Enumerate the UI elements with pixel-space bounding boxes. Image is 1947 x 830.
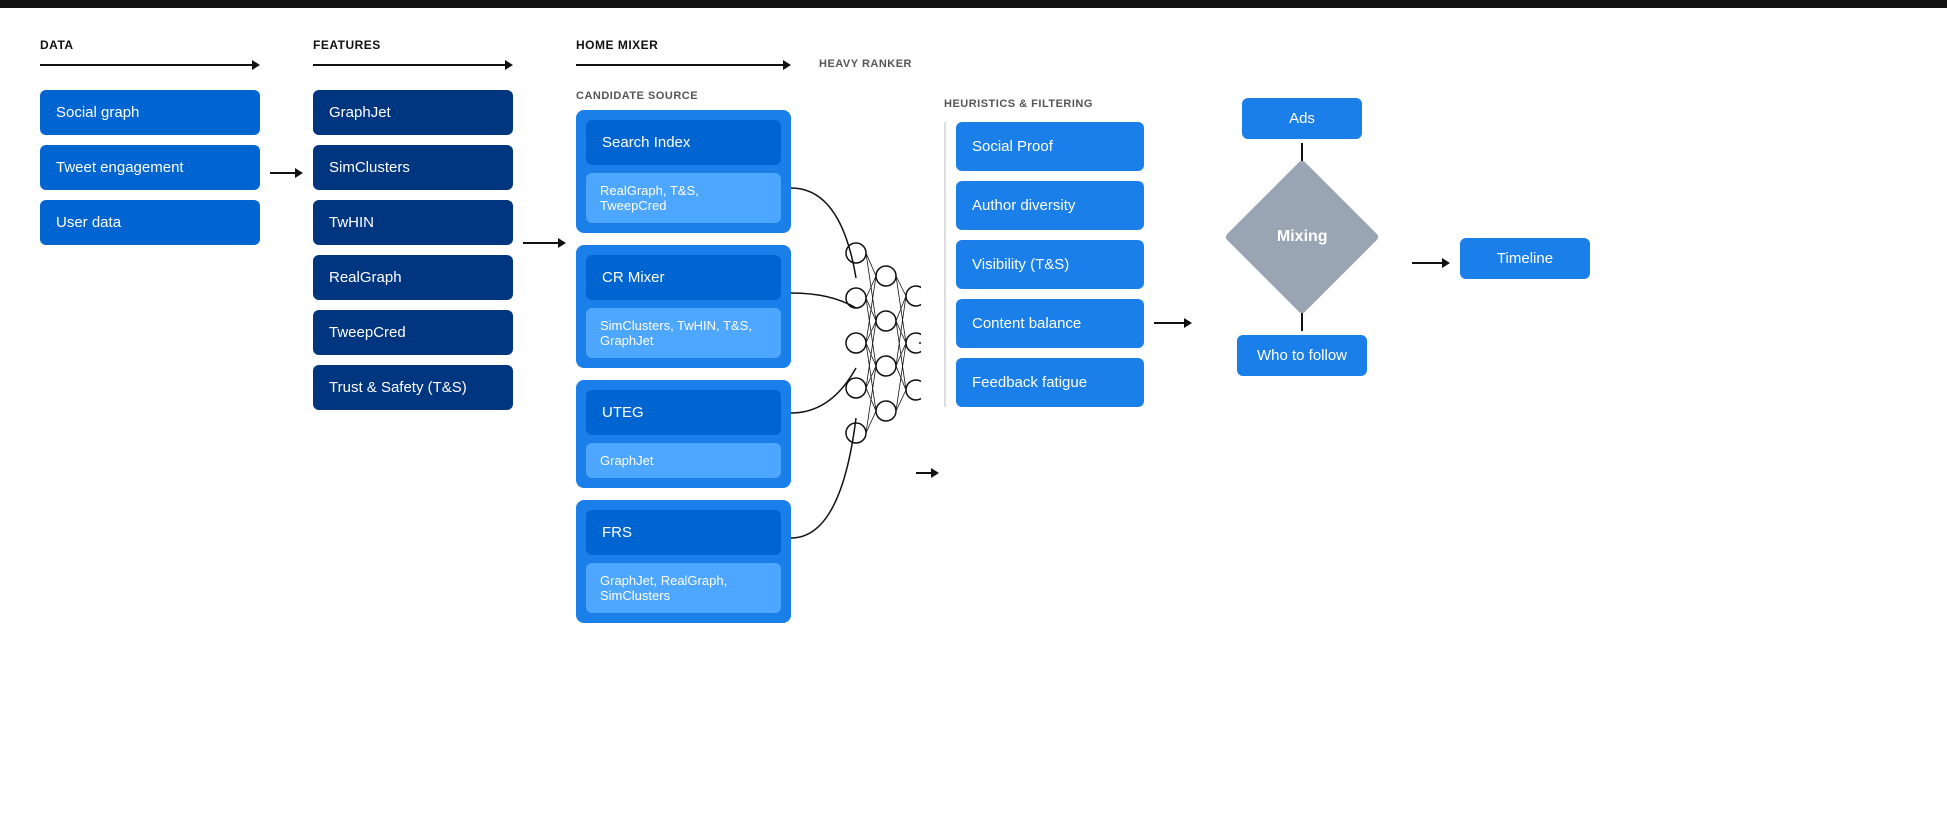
home-mixer-section-label: HOME MIXER [576,38,791,52]
heuristic-content-balance[interactable]: Content balance [956,299,1144,348]
heuristic-author-diversity[interactable]: Author diversity [956,181,1144,230]
mixing-who-to-follow-box[interactable]: Who to follow [1237,335,1367,376]
heuristics-inner: Social Proof Author diversity Visibility… [944,122,1144,407]
features-item-trust-safety[interactable]: Trust & Safety (T&S) [313,365,513,410]
candidate-search-index[interactable]: Search Index [586,120,781,165]
candidate-group-uteg: UTEG GraphJet [576,380,791,488]
mixing-ads-box[interactable]: Ads [1242,98,1362,139]
mixing-diamond-container: Mixing [1247,177,1357,297]
top-bar [0,0,1947,8]
curved-connections-svg [791,98,921,678]
heuristic-social-proof[interactable]: Social Proof [956,122,1144,171]
data-item-tweet-engagement[interactable]: Tweet engagement [40,145,260,190]
candidate-frs-subtitle: GraphJet, RealGraph, SimClusters [586,563,781,613]
heuristic-visibility[interactable]: Visibility (T&S) [956,240,1144,289]
heuristics-section-label: HEURISTICS & FILTERING [944,98,1144,110]
candidate-group-crmixer: CR Mixer SimClusters, TwHIN, T&S, GraphJ… [576,245,791,368]
mixing-section: Ads Mixing Who to fo [1202,38,1402,376]
candidate-frs[interactable]: FRS [586,510,781,555]
data-section-label: DATA [40,38,260,52]
home-mixer-arrow-line [576,60,791,70]
candidate-crmixer[interactable]: CR Mixer [586,255,781,300]
data-item-user-data[interactable]: User data [40,200,260,245]
features-item-graphjet[interactable]: GraphJet [313,90,513,135]
candidate-group-search: Search Index RealGraph, T&S, TweepCred [576,110,791,233]
candidate-uteg-subtitle: GraphJet [586,443,781,478]
features-item-simclusters[interactable]: SimClusters [313,145,513,190]
data-item-social-graph[interactable]: Social graph [40,90,260,135]
candidate-crmixer-subtitle: SimClusters, TwHIN, T&S, GraphJet [586,308,781,358]
mixing-diamond[interactable]: Mixing [1224,159,1380,315]
candidate-group-frs: FRS GraphJet, RealGraph, SimClusters [576,500,791,623]
candidate-search-subtitle: RealGraph, T&S, TweepCred [586,173,781,223]
timeline-section: Timeline [1460,38,1590,279]
features-item-tweepcred[interactable]: TweepCred [313,310,513,355]
heavy-ranker-label: HEAVY RANKER [819,58,912,70]
candidate-uteg[interactable]: UTEG [586,390,781,435]
data-arrow-line [40,60,260,70]
main-container: DATA Social graph Tweet engagement User … [0,8,1947,830]
mixing-diamond-label: Mixing [1277,228,1328,246]
features-item-twhin[interactable]: TwHIN [313,200,513,245]
features-section-label: FEATURES [313,38,513,52]
features-item-realgraph[interactable]: RealGraph [313,255,513,300]
heuristic-feedback-fatigue[interactable]: Feedback fatigue [956,358,1144,407]
candidate-source-label: CANDIDATE SOURCE [576,90,791,102]
features-arrow-line [313,60,513,70]
timeline-box[interactable]: Timeline [1460,238,1590,279]
